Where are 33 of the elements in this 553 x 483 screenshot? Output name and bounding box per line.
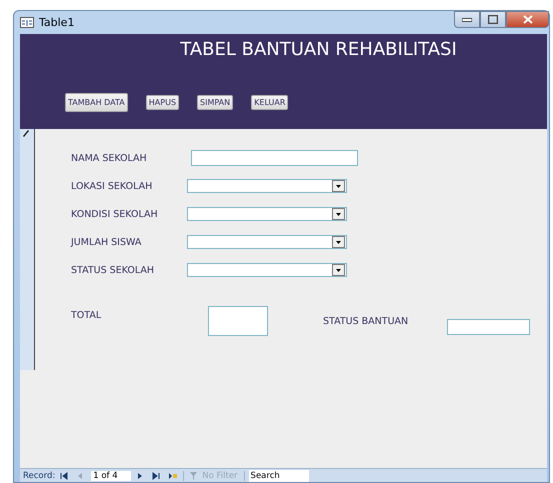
total-field[interactable] — [208, 306, 268, 336]
field-label: TOTAL — [71, 309, 102, 323]
text-field[interactable] — [191, 150, 358, 166]
combo-box[interactable] — [187, 235, 347, 249]
minimize-icon — [462, 18, 472, 22]
maximize-button[interactable] — [480, 11, 506, 28]
record-position-field[interactable]: 1 of 4 — [91, 470, 132, 480]
form-button[interactable]: TAMBAH DATA — [65, 93, 128, 112]
form-button[interactable]: SIMPAN — [197, 95, 234, 110]
combo-box[interactable] — [187, 207, 347, 221]
form-title: TABEL BANTUAN REHABILITASI — [179, 39, 458, 60]
form-button[interactable]: HAPUS — [146, 95, 180, 110]
combo-box[interactable] — [187, 179, 347, 193]
close-icon — [522, 15, 532, 24]
maximize-icon — [488, 15, 498, 24]
field-label: JUMLAH SISWA — [71, 236, 142, 248]
form-button[interactable]: KELUAR — [251, 95, 288, 110]
status-field[interactable] — [447, 319, 530, 335]
filter-icon — [190, 472, 200, 480]
field-label: STATUS BANTUAN — [323, 315, 410, 329]
table-icon — [20, 17, 34, 28]
combo-box[interactable] — [187, 263, 347, 277]
window-title: Table1 — [39, 16, 74, 29]
minimize-button[interactable] — [454, 11, 480, 28]
close-button[interactable] — [506, 11, 549, 28]
search-field[interactable]: Search — [248, 470, 309, 482]
field-label: LOKASI SEKOLAH — [71, 180, 154, 192]
new-record-icon[interactable] — [167, 472, 180, 480]
record-selector[interactable] — [20, 129, 35, 370]
field-label: KONDISI SEKOLAH — [71, 208, 159, 220]
record-label: Record: — [23, 470, 56, 480]
field-label: STATUS SEKOLAH — [71, 264, 156, 276]
field-label: NAMA SEKOLAH — [71, 152, 148, 164]
